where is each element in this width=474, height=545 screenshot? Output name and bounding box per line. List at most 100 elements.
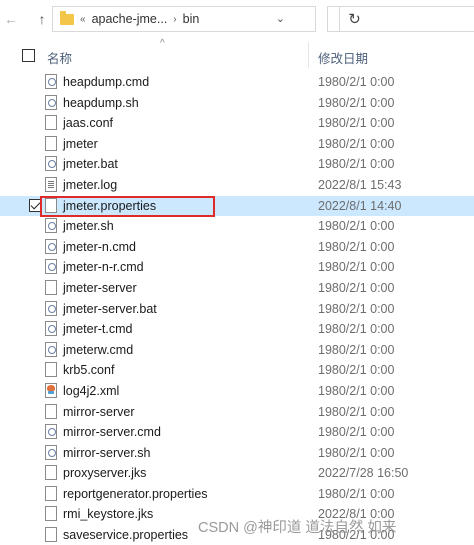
file-icon (45, 527, 57, 543)
file-row[interactable]: jmeterw.cmd 1980/2/1 0:00 (0, 340, 474, 361)
file-name: saveservice.properties (63, 528, 189, 543)
row-checkbox[interactable] (29, 240, 42, 253)
file-row[interactable]: jmeter-server 1980/2/1 0:00 (0, 278, 474, 299)
file-row[interactable]: mirror-server 1980/2/1 0:00 (0, 402, 474, 423)
row-checkbox[interactable] (29, 487, 42, 500)
sort-arrow-icon: ^ (160, 38, 165, 49)
script-file-icon (45, 424, 57, 440)
file-row[interactable]: jmeter-n-r.cmd 1980/2/1 0:00 (0, 257, 474, 278)
row-checkbox[interactable] (29, 322, 42, 335)
file-row[interactable]: heapdump.cmd 1980/2/1 0:00 (0, 72, 474, 93)
file-date: 1980/2/1 0:00 (318, 75, 395, 89)
file-name: mirror-server.sh (63, 445, 151, 460)
script-file-icon (45, 300, 57, 316)
row-checkbox[interactable] (29, 157, 42, 170)
row-checkbox[interactable] (29, 425, 42, 438)
row-checkbox[interactable] (29, 405, 42, 418)
file-row[interactable]: jmeter 1980/2/1 0:00 (0, 134, 474, 155)
row-checkbox[interactable] (29, 507, 42, 520)
address-dropdown-icon[interactable]: ⌄ (276, 12, 285, 25)
file-row[interactable]: jmeter.properties 2022/8/1 14:40 (0, 195, 474, 217)
row-checkbox[interactable] (29, 137, 42, 150)
file-date: 1980/2/1 0:00 (318, 363, 395, 378)
file-row[interactable]: reportgenerator.properties 1980/2/1 0:00 (0, 484, 474, 505)
script-file-icon (45, 321, 57, 337)
file-name: jmeter.log (63, 177, 118, 192)
up-button[interactable]: ↑ (33, 9, 51, 29)
text-file-icon (45, 176, 57, 192)
row-checkbox[interactable] (29, 343, 42, 356)
file-date: 1980/2/1 0:00 (318, 322, 395, 337)
file-icon (45, 403, 57, 419)
file-row[interactable]: log4j2.xml 1980/2/1 0:00 (0, 381, 474, 402)
file-name: jaas.conf (63, 116, 114, 131)
file-row[interactable]: jaas.conf 1980/2/1 0:00 (0, 113, 474, 134)
file-name: jmeter-server (63, 280, 137, 295)
file-icon (45, 279, 57, 295)
file-name: log4j2.xml (63, 383, 120, 398)
row-checkbox[interactable] (29, 363, 42, 376)
file-row[interactable]: krb5.conf 1980/2/1 0:00 (0, 360, 474, 381)
row-checkbox[interactable] (29, 384, 42, 397)
breadcrumb-bin[interactable]: bin (183, 12, 200, 26)
file-name: jmeter-server.bat (63, 301, 157, 316)
row-checkbox[interactable] (29, 302, 42, 315)
column-divider[interactable] (308, 42, 309, 68)
file-icon (45, 362, 57, 378)
script-file-icon (45, 259, 57, 275)
file-date: 1980/2/1 0:00 (318, 342, 395, 357)
row-checkbox[interactable] (29, 281, 42, 294)
file-name: reportgenerator.properties (63, 486, 208, 501)
file-date: 1980/2/1 0:00 (318, 404, 395, 419)
script-file-icon (45, 238, 57, 254)
file-date: 1980/2/1 0:00 (318, 219, 395, 234)
file-row[interactable]: mirror-server.cmd 1980/2/1 0:00 (0, 422, 474, 443)
file-list: heapdump.cmd 1980/2/1 0:00 heapdump.sh 1980… (0, 72, 474, 545)
row-checkbox[interactable] (29, 528, 42, 541)
file-row[interactable]: jmeter.sh 1980/2/1 0:00 (0, 216, 474, 237)
file-date: 1980/2/1 0:00 (318, 383, 395, 398)
row-checkbox[interactable] (29, 116, 42, 129)
row-checkbox[interactable] (29, 96, 42, 109)
watermark: CSDN @神印道 道法自然 如来 (198, 520, 397, 536)
name-column-header[interactable]: 名称 (47, 48, 72, 67)
file-row[interactable]: jmeter.log 2022/8/1 15:43 (0, 175, 474, 196)
row-checkbox[interactable] (29, 219, 42, 232)
file-name: mirror-server (63, 404, 135, 419)
file-row[interactable]: jmeter-server.bat 1980/2/1 0:00 (0, 299, 474, 320)
file-date: 1980/2/1 0:00 (318, 445, 395, 460)
file-date: 1980/2/1 0:00 (318, 157, 395, 172)
file-name: proxyserver.jks (63, 466, 147, 481)
back-button[interactable]: ← (2, 9, 20, 29)
overflow-chevron-icon[interactable]: « (80, 14, 86, 25)
file-row[interactable]: mirror-server.sh 1980/2/1 0:00 (0, 443, 474, 464)
row-checkbox[interactable] (29, 178, 42, 191)
file-icon (45, 115, 57, 131)
file-name: jmeter-n.cmd (63, 239, 136, 254)
row-checkbox[interactable] (29, 75, 42, 88)
file-row[interactable]: jmeter-t.cmd 1980/2/1 0:00 (0, 319, 474, 340)
file-row[interactable]: jmeter-n.cmd 1980/2/1 0:00 (0, 237, 474, 258)
file-name: jmeter (63, 136, 98, 151)
file-row[interactable]: heapdump.sh 1980/2/1 0:00 (0, 93, 474, 114)
file-row[interactable]: proxyserver.jks 2022/7/28 16:50 (0, 463, 474, 484)
file-name: rmi_keystore.jks (63, 507, 154, 522)
script-file-icon (45, 218, 57, 234)
file-date: 1980/2/1 0:00 (318, 260, 395, 275)
row-checkbox[interactable] (29, 446, 42, 459)
file-date: 1980/2/1 0:00 (318, 280, 395, 295)
breadcrumb-apache-jmeter[interactable]: apache-jme... (92, 12, 168, 26)
file-date: 1980/2/1 0:00 (318, 239, 395, 254)
row-checkbox[interactable] (29, 466, 42, 479)
row-checkbox[interactable] (29, 260, 42, 273)
breadcrumb-separator-icon[interactable]: › (173, 14, 176, 25)
script-file-icon (45, 74, 57, 89)
select-all-checkbox[interactable] (22, 49, 35, 62)
file-name: krb5.conf (63, 363, 115, 378)
address-bar[interactable]: « apache-jme... › bin ⌄ ↻ (52, 6, 361, 32)
search-input[interactable] (327, 6, 474, 32)
file-icon (45, 465, 57, 481)
column-header: 名称 ^ 修改日期 (0, 38, 474, 72)
date-column-header[interactable]: 修改日期 (318, 48, 368, 67)
file-row[interactable]: jmeter.bat 1980/2/1 0:00 (0, 154, 474, 175)
